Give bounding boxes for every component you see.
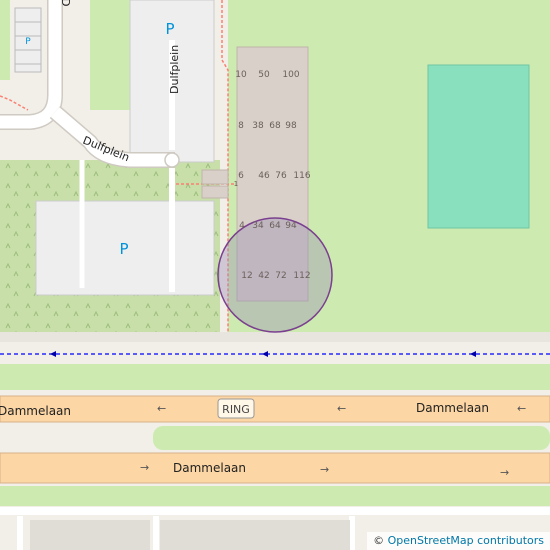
grass-edge-left [0,0,10,80]
arrow-upper-1: ← [157,402,166,415]
road-dammelaan-eastbound[interactable] [0,452,550,484]
ring-shield: RING [222,403,250,416]
sports-pitch [427,64,530,229]
osm-attribution-link[interactable]: OpenStreetMap contributors [388,534,544,547]
arrow-lower-2: → [320,463,329,476]
median-grass [153,426,550,450]
grass-band-2 [0,486,550,506]
house-number: 100 [282,70,299,80]
arrow-lower-3: → [500,466,509,479]
turning-circle [164,152,180,168]
house-number: 50 [258,70,270,80]
house-number: 10 [235,70,247,80]
arrow-lower-1: → [140,461,149,474]
shed-2 [201,185,229,199]
grass-top-left [90,0,130,110]
parking-symbol-top: P [165,20,174,38]
house-number: 76 [275,171,287,181]
house-number: 116 [293,171,310,181]
parking-symbol-small: P [25,37,31,47]
house-number: 34 [252,221,264,231]
street-label-dulfplein-vertical: Dulfplein [168,45,181,94]
road-label-upper-right: Dammelaan [416,401,489,415]
house-number: 4 [239,221,245,231]
lot-bottom-1 [30,520,150,550]
house-number: 64 [269,221,281,231]
grass-band-1 [0,364,550,390]
parking-symbol-main: P [119,240,128,258]
shed-1 [201,169,229,185]
verge [0,332,550,342]
house-number: 38 [252,121,264,131]
map-attribution: © OpenStreetMap contributors [367,532,550,550]
road-label-lower: Dammelaan [173,461,246,475]
arrow-upper-2: ← [337,402,346,415]
house-number: 8 [238,121,244,131]
lot-bottom-2 [160,520,350,550]
house-number: 98 [285,121,297,131]
house-number: 42 [258,271,269,281]
house-number: 68 [269,121,281,131]
house-number: 94 [285,221,297,231]
house-number: 72 [275,271,286,281]
house-number: 46 [258,171,270,181]
street-label-top-fragment: D [59,0,72,6]
house-number: 1 [234,180,238,188]
copyright-symbol: © [373,534,385,547]
house-number: 112 [293,271,310,281]
map-view[interactable]: P P P Dulfplein Dulfplein D Dammelaan Da… [0,0,550,550]
road-label-upper-left: Dammelaan [0,404,71,418]
house-number: 6 [238,171,244,181]
arrow-upper-3: ← [517,402,526,415]
house-number: 12 [241,271,252,281]
map-canvas[interactable]: P P P Dulfplein Dulfplein D Dammelaan Da… [0,0,550,550]
